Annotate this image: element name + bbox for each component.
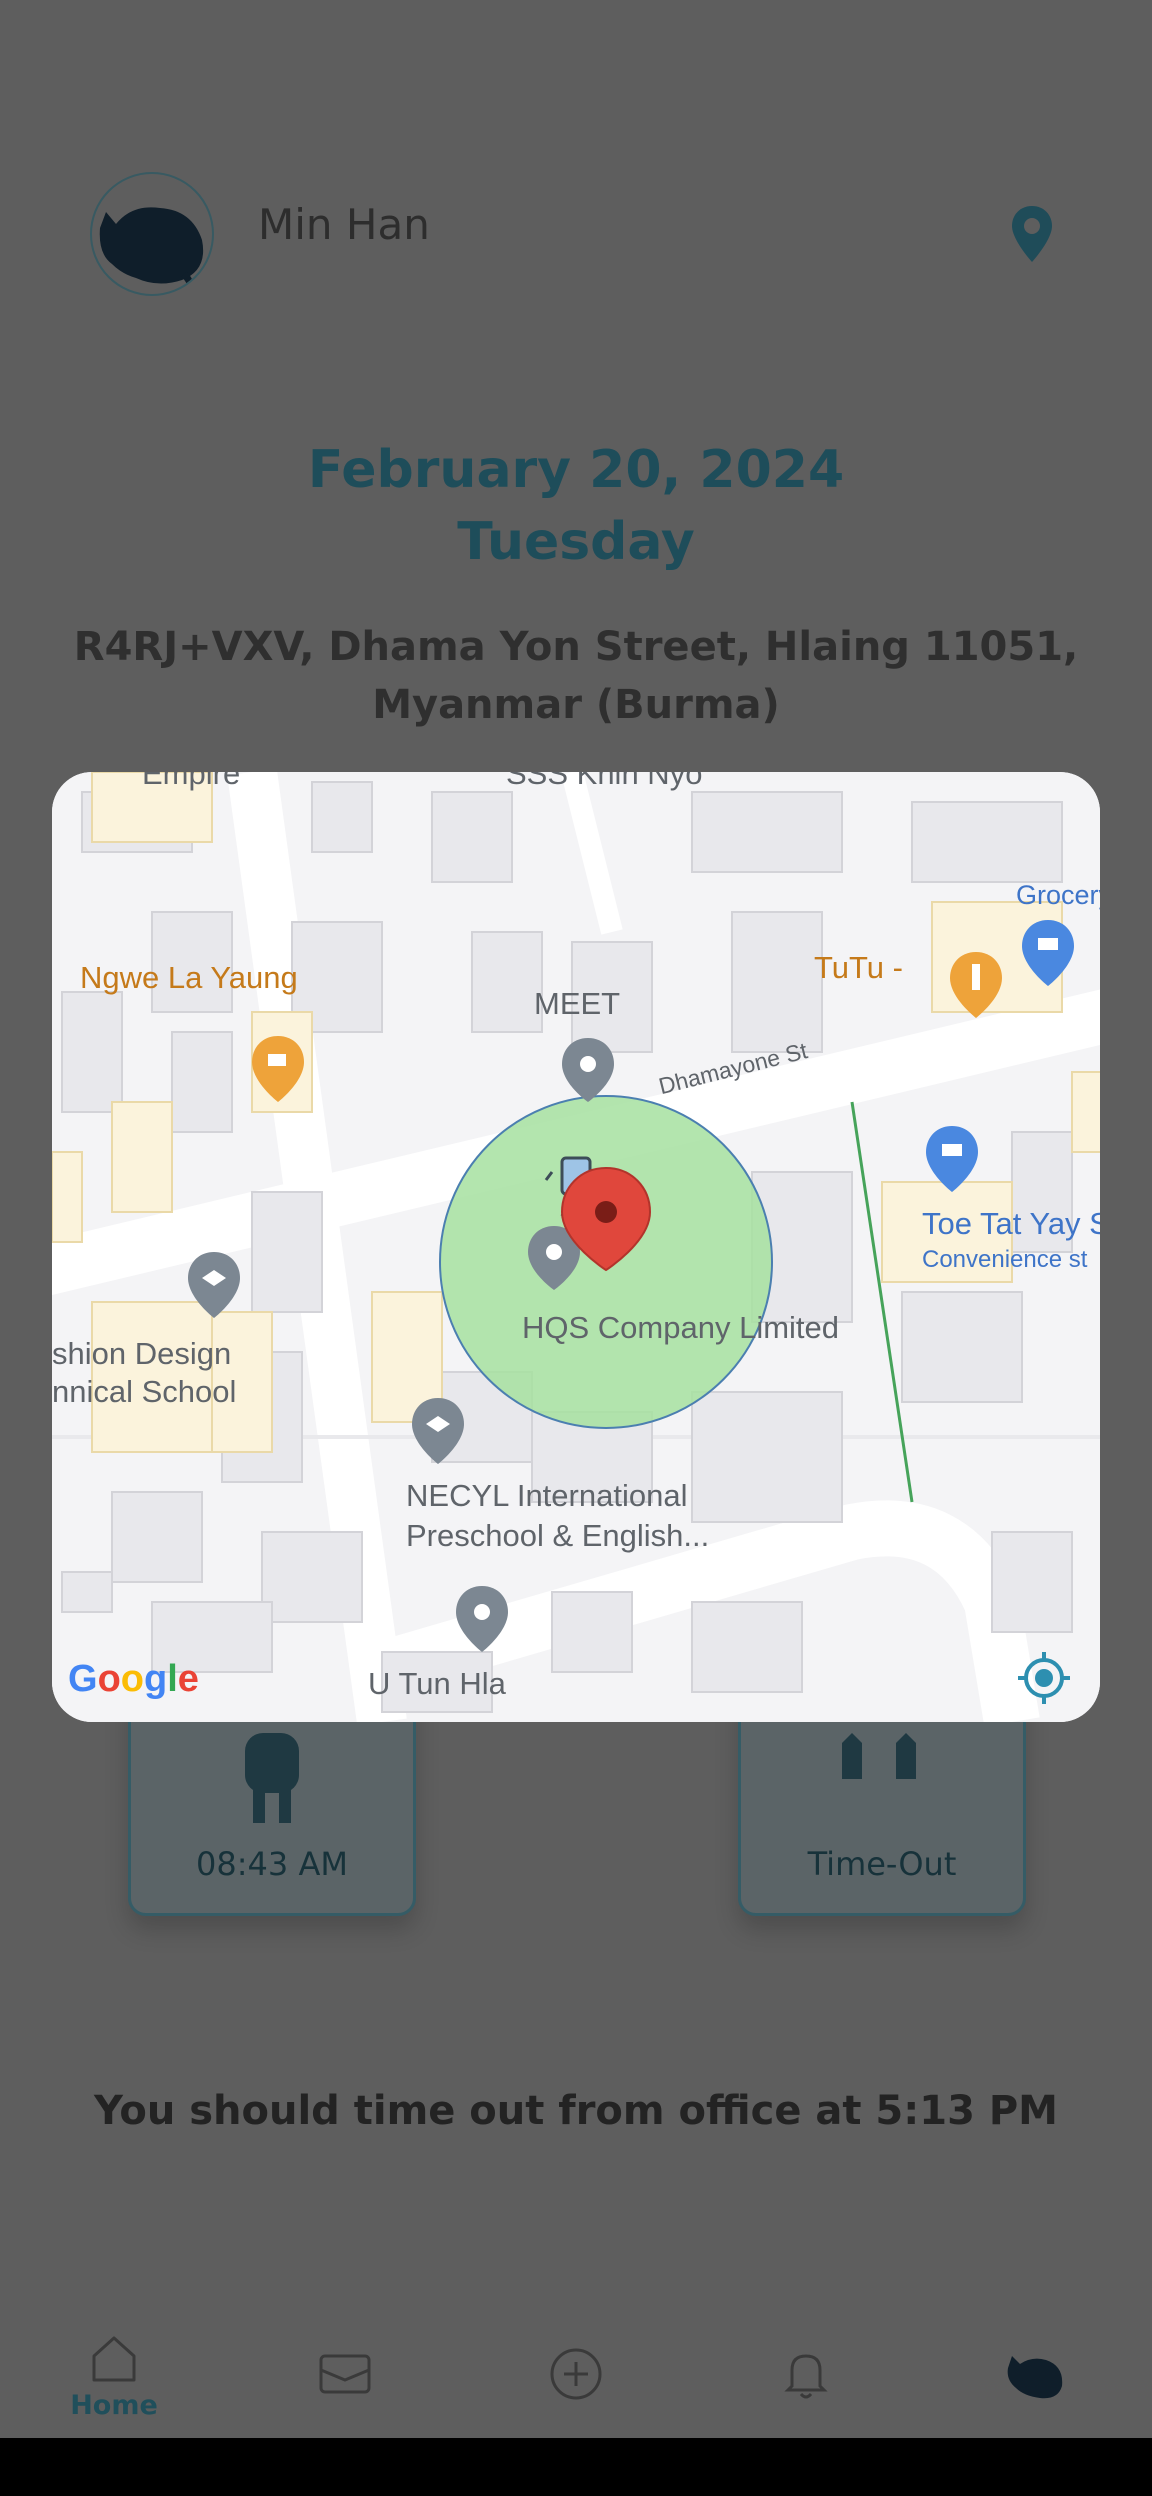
cat-avatar-icon xyxy=(99,207,204,294)
nav-home-label: Home xyxy=(70,2390,158,2421)
weekday-text: Tuesday xyxy=(457,512,695,572)
map-label-fashion-line2: nnical School xyxy=(52,1374,237,1409)
map-label-u-tun-hla: U Tun Hla xyxy=(368,1666,506,1701)
user-name: Min Han xyxy=(258,200,430,249)
mail-icon xyxy=(319,2354,371,2394)
map-label-convenience: Convenience st xyxy=(922,1246,1088,1273)
map-label-empire: Empire xyxy=(142,772,241,791)
nav-add[interactable] xyxy=(526,2330,626,2420)
google-logo: Google xyxy=(68,1658,199,1700)
nav-notifications[interactable] xyxy=(756,2330,856,2420)
map-label-necyl-line2: Preschool & English... xyxy=(406,1518,710,1553)
location-pin-icon[interactable] xyxy=(1008,204,1056,266)
time-in-label: 08:43 AM xyxy=(196,1845,348,1883)
cat-profile-icon xyxy=(1007,2356,1063,2399)
system-bar xyxy=(0,2438,1152,2496)
date-text: February 20, 2024 xyxy=(307,440,845,500)
map-dialog[interactable]: Empire SSS Khin Nyo Grocery Ngwe La Yaun… xyxy=(52,772,1100,1722)
map-label-hqs: HQS Company Limited xyxy=(522,1310,840,1345)
time-in-mascot-icon xyxy=(245,1733,299,1823)
current-address: R4RJ+VXV, Dhama Yon Street, Hlaing 11051… xyxy=(73,624,1079,728)
map-label-tutu: TuTu - xyxy=(814,950,903,985)
add-circle-icon xyxy=(550,2348,602,2400)
map-label-fashion-line1: shion Design xyxy=(52,1336,232,1371)
map-label-toe-tat-yay: Toe Tat Yay S xyxy=(922,1206,1100,1241)
time-out-label: Time-Out xyxy=(807,1845,957,1883)
map-label-meet: MEET xyxy=(534,986,621,1021)
nav-home[interactable]: Home xyxy=(64,2330,164,2421)
map-label-sss-khin-nyo: SSS Khin Nyo xyxy=(506,772,703,791)
my-location-icon[interactable] xyxy=(1016,1650,1072,1706)
map-label-grocery: Grocery xyxy=(1016,880,1100,910)
map-label-necyl-line1: NECYL International xyxy=(406,1478,688,1513)
avatar[interactable] xyxy=(90,172,214,296)
bottom-nav: Home xyxy=(0,2300,1152,2438)
bell-icon xyxy=(784,2354,828,2399)
nav-messages[interactable] xyxy=(295,2330,395,2420)
nav-profile[interactable] xyxy=(986,2330,1086,2420)
home-icon xyxy=(92,2336,136,2382)
map-label-ngwe-la-yaung: Ngwe La Yaung xyxy=(80,960,298,995)
time-out-mascot-icon xyxy=(842,1733,916,1779)
timeout-message: You should time out from office at 5:13 … xyxy=(94,2088,1058,2134)
